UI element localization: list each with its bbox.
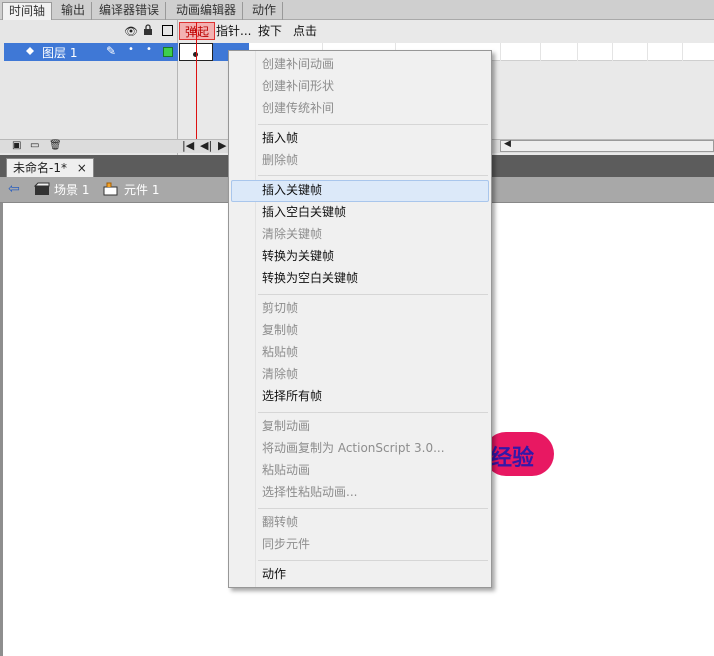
lock-icon[interactable] xyxy=(143,24,152,35)
frame-label-up[interactable]: 弹起 xyxy=(179,22,215,40)
frame-divider xyxy=(500,43,501,61)
menu-item-cut-frames[interactable]: 剪切帧 xyxy=(262,298,298,318)
menu-item-insert-blank-keyframe[interactable]: 插入空白关键帧 xyxy=(262,202,346,222)
menu-item-select-all-frames[interactable]: 选择所有帧 xyxy=(262,386,322,406)
button-shape-text: 经验 xyxy=(490,446,535,471)
new-layer-icon[interactable]: ▣ xyxy=(12,140,21,151)
trash-icon[interactable]: 🗑 xyxy=(49,140,62,151)
tab-compiler-errors[interactable]: 编译器错误 xyxy=(93,2,167,20)
menu-separator xyxy=(258,508,488,509)
menu-item-paste-motion-special[interactable]: 选择性粘贴动画... xyxy=(262,482,357,502)
scroll-left-icon[interactable]: ◀ xyxy=(504,139,511,149)
play-icon[interactable]: ▶ xyxy=(218,139,226,152)
frame-divider xyxy=(577,43,578,61)
layer-icon xyxy=(25,46,35,57)
scene-icon xyxy=(33,182,50,196)
symbol-icon xyxy=(103,182,119,196)
frame-label-over[interactable]: 指针... xyxy=(216,22,251,40)
layer-name[interactable]: 图层 1 xyxy=(42,44,77,61)
frame-label-hit[interactable]: 点击 xyxy=(293,22,317,40)
document-title: 未命名-1* xyxy=(13,161,67,175)
frame-divider xyxy=(540,43,541,61)
tab-timeline[interactable]: 时间轴 xyxy=(2,2,53,21)
new-folder-icon[interactable]: ▭ xyxy=(30,140,39,151)
frame-divider xyxy=(682,43,683,61)
context-menu-gutter xyxy=(229,51,256,587)
back-arrow-icon[interactable]: ⇦ xyxy=(8,181,20,197)
frame-divider xyxy=(647,43,648,61)
menu-item-actions[interactable]: 动作 xyxy=(262,564,286,584)
lock-dot-icon[interactable]: • xyxy=(146,44,152,55)
visible-dot-icon[interactable]: • xyxy=(128,44,134,55)
menu-item-convert-to-keyframes[interactable]: 转换为关键帧 xyxy=(262,246,334,266)
eye-icon[interactable]: 👁 xyxy=(124,25,138,38)
menu-item-paste-frames[interactable]: 粘贴帧 xyxy=(262,342,298,362)
breadcrumb-scene[interactable]: 场景 1 xyxy=(54,180,89,200)
menu-item-copy-frames[interactable]: 复制帧 xyxy=(262,320,298,340)
timeline-scrollbar[interactable] xyxy=(500,140,714,152)
playhead[interactable] xyxy=(196,22,197,142)
tab-actions[interactable]: 动作 xyxy=(246,2,284,20)
menu-item-paste-motion[interactable]: 粘贴动画 xyxy=(262,460,310,480)
menu-item-create-motion-tween[interactable]: 创建补间动画 xyxy=(262,54,334,74)
menu-item-remove-frames[interactable]: 删除帧 xyxy=(262,150,298,170)
frame-label-down[interactable]: 按下 xyxy=(258,22,282,40)
menu-item-clear-keyframe[interactable]: 清除关键帧 xyxy=(262,224,322,244)
menu-separator xyxy=(258,175,488,176)
outline-icon[interactable] xyxy=(162,25,173,36)
menu-item-convert-to-blank-keyframes[interactable]: 转换为空白关键帧 xyxy=(262,268,358,288)
tab-motion-editor[interactable]: 动画编辑器 xyxy=(170,2,244,20)
menu-item-insert-frame[interactable]: 插入帧 xyxy=(262,128,298,148)
menu-item-copy-motion[interactable]: 复制动画 xyxy=(262,416,310,436)
document-tab[interactable]: 未命名-1* × xyxy=(6,158,94,177)
menu-separator xyxy=(258,412,488,413)
layer-panel xyxy=(0,20,178,155)
first-frame-icon[interactable]: |◀ xyxy=(182,139,194,152)
menu-item-clear-frames[interactable]: 清除帧 xyxy=(262,364,298,384)
menu-item-create-classic-tween[interactable]: 创建传统补间 xyxy=(262,98,334,118)
menu-separator xyxy=(258,124,488,125)
close-icon[interactable]: × xyxy=(77,161,87,175)
menu-item-insert-keyframe[interactable]: 插入关键帧 xyxy=(262,180,322,200)
menu-item-reverse-frames[interactable]: 翻转帧 xyxy=(262,512,298,532)
menu-separator xyxy=(258,560,488,561)
frame-divider xyxy=(612,43,613,61)
layer-color-icon[interactable] xyxy=(163,47,173,57)
menu-item-create-shape-tween[interactable]: 创建补间形状 xyxy=(262,76,334,96)
tab-output[interactable]: 输出 xyxy=(55,2,93,20)
breadcrumb-symbol[interactable]: 元件 1 xyxy=(124,180,159,200)
pencil-icon: ✎ xyxy=(106,44,117,58)
menu-item-copy-motion-as-as3[interactable]: 将动画复制为 ActionScript 3.0... xyxy=(262,438,445,458)
stage-edge xyxy=(0,203,3,656)
prev-frame-icon[interactable]: ◀| xyxy=(200,139,212,152)
menu-separator xyxy=(258,294,488,295)
menu-item-synchronize-symbols[interactable]: 同步元件 xyxy=(262,534,310,554)
